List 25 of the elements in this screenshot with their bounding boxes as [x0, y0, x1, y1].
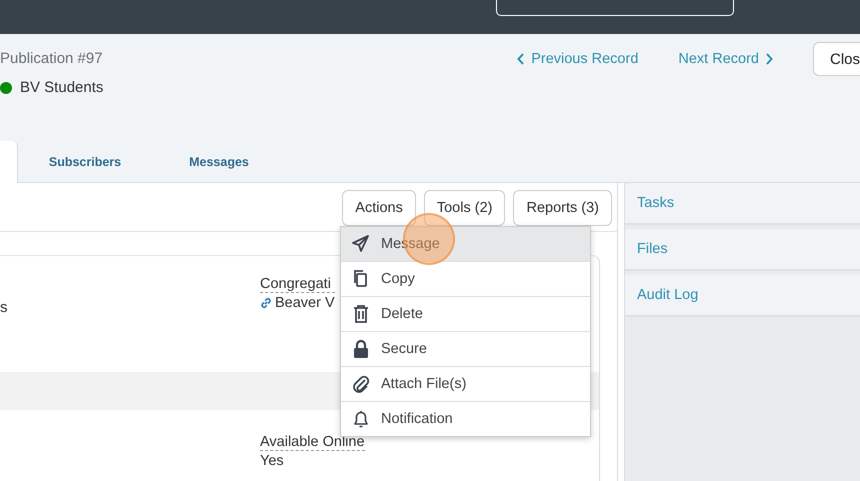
record-number: Publication #97 — [0, 50, 103, 67]
lock-icon — [351, 339, 371, 359]
menu-item[interactable]: Delete — [341, 297, 590, 332]
tab[interactable]: Subscribers — [18, 141, 152, 182]
field-label: Congregati — [260, 276, 335, 293]
menu-item[interactable]: Secure — [341, 332, 590, 367]
chevron-right-icon — [764, 53, 773, 65]
field-value: Yes — [260, 453, 284, 469]
close-button[interactable]: Clos — [812, 42, 860, 76]
toolbar-button[interactable]: Tools (2) — [424, 190, 506, 226]
chevron-left-icon — [517, 53, 526, 65]
link-icon — [260, 297, 272, 309]
send-icon — [351, 234, 371, 254]
record-title: BV Students — [20, 79, 104, 96]
toolbar-button[interactable]: Actions — [342, 190, 416, 226]
menu-item[interactable]: Attach File(s) — [341, 367, 590, 402]
menu-item[interactable]: Notification — [341, 402, 590, 436]
field-value: s — [0, 299, 8, 316]
bell-icon — [351, 409, 371, 429]
toolbar-button[interactable]: Reports (3) — [513, 190, 612, 226]
paperclip-icon — [351, 374, 371, 394]
menu-item[interactable]: Copy — [341, 262, 590, 297]
trash-icon — [351, 304, 371, 324]
tab[interactable]: Messages — [152, 141, 286, 182]
field-value[interactable]: Beaver V — [275, 295, 335, 311]
